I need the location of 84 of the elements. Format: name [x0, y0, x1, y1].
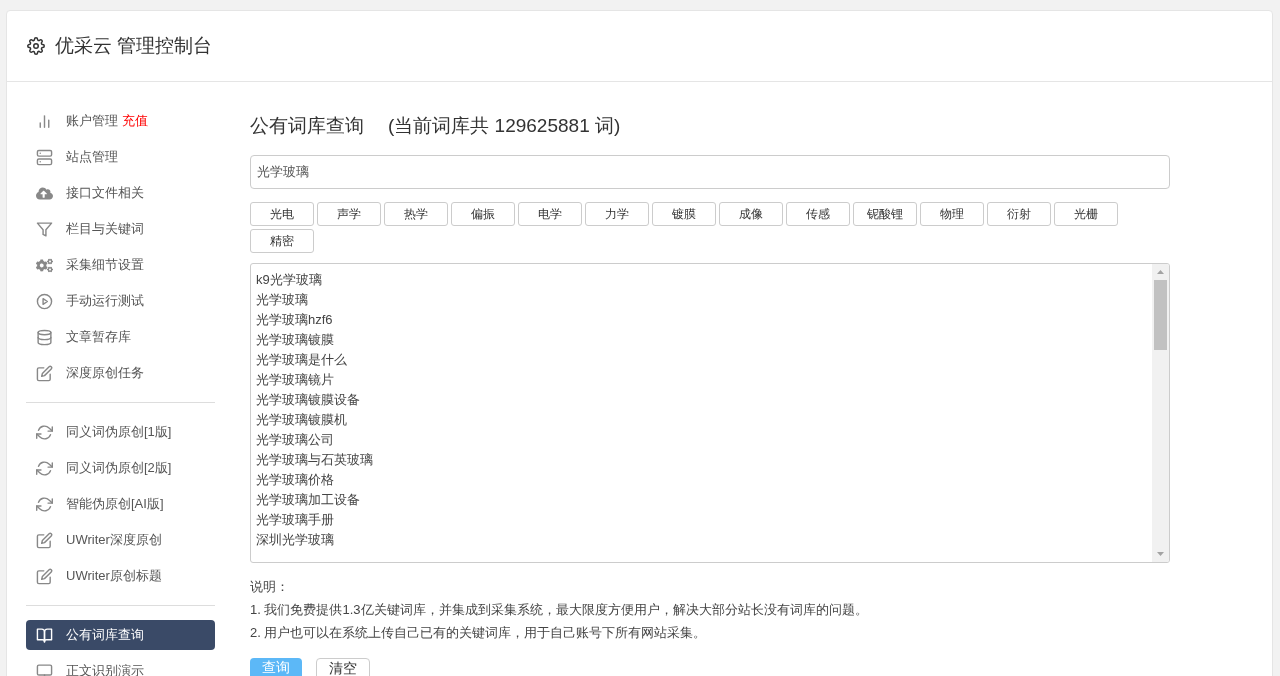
- sidebar-item-label: 同义词伪原创[2版]: [66, 459, 172, 478]
- clear-button[interactable]: 清空: [316, 657, 370, 676]
- sidebar-item[interactable]: 同义词伪原创[2版]: [26, 453, 215, 483]
- category-tag[interactable]: 铌酸锂: [853, 201, 917, 226]
- monitor-icon: [36, 662, 53, 676]
- sidebar-item-label: 公有词库查询: [66, 626, 144, 645]
- sidebar-item-label: 手动运行测试: [66, 292, 144, 311]
- play-icon: [36, 292, 53, 310]
- keyword-item: 光学玻璃镜片: [256, 370, 335, 389]
- sidebar-item[interactable]: 智能伪原创[AI版]: [26, 489, 215, 519]
- page-title: 公有词库查询: [250, 114, 364, 138]
- sidebar-item-label: 账户管理: [66, 112, 118, 131]
- keyword-item: 光学玻璃镀膜机: [256, 410, 348, 429]
- keyword-item: 光学玻璃与石英玻璃: [256, 450, 374, 469]
- category-tag[interactable]: 偏振: [451, 201, 515, 226]
- category-tag[interactable]: 光电: [250, 201, 314, 226]
- category-tag[interactable]: 传感: [786, 201, 850, 226]
- category-tag[interactable]: 热学: [384, 201, 448, 226]
- refresh-icon: [36, 459, 53, 477]
- sidebar-item[interactable]: 公有词库查询: [26, 620, 215, 650]
- sidebar-item-label: 栏目与关键词: [66, 220, 144, 239]
- recharge-link[interactable]: 充值: [122, 111, 148, 131]
- sidebar-item[interactable]: 文章暂存库: [26, 322, 215, 352]
- category-tag[interactable]: 物理: [920, 201, 984, 226]
- sidebar-item[interactable]: 采集细节设置: [26, 250, 215, 280]
- keyword-item: 光学玻璃镀膜设备: [256, 390, 361, 409]
- keyword-item: k9光学玻璃: [256, 270, 323, 289]
- search-field[interactable]: 光学玻璃: [250, 154, 1170, 189]
- note-text: 1. 我们免费提供1.3亿关键词库，并集成到采集系统，最大限度方便用户，解决大部分站长没有词库的问题。: [250, 600, 869, 619]
- category-tag[interactable]: 衍射: [987, 201, 1051, 226]
- sidebar-item-label: UWriter深度原创: [66, 531, 162, 550]
- keyword-item: 光学玻璃手册: [256, 510, 335, 529]
- settings-icon: [27, 37, 45, 55]
- sidebar-item[interactable]: 同义词伪原创[1版]: [26, 417, 215, 447]
- edit-icon: [36, 531, 53, 549]
- keyword-list[interactable]: k9光学玻璃 光学玻璃 光学玻璃hzf6 光学玻璃镀膜 光学玻璃是什么 光学玻璃镜片 光学玻璃镀膜设备 光学玻璃镀膜机 光学玻璃公司 光学玻璃与石英玻璃 光学玻璃价格 光学玻璃加工设备 光学玻璃手册 深圳光学玻璃: [250, 262, 1170, 563]
- keyword-item: 光学玻璃是什么: [256, 350, 348, 369]
- sidebar-item[interactable]: UWriter原创标题: [26, 561, 215, 591]
- console-title: 优采云 管理控制台: [55, 33, 213, 58]
- category-tag[interactable]: 电学: [518, 201, 582, 226]
- sidebar-item-label: 文章暂存库: [66, 328, 131, 347]
- category-tag[interactable]: 精密: [250, 228, 314, 253]
- sidebar-item[interactable]: 手动运行测试: [26, 286, 215, 316]
- keyword-item: 光学玻璃价格: [256, 470, 335, 489]
- scrollbar[interactable]: [1152, 263, 1169, 562]
- note-text: 2. 用户也可以在系统上传自己已有的关键词库，用于自己账号下所有网站采集。: [250, 623, 708, 642]
- sidebar-item-label: UWriter原创标题: [66, 567, 162, 586]
- filter-icon: [36, 220, 53, 238]
- category-tag[interactable]: 力学: [585, 201, 649, 226]
- sidebar-item-label: 同义词伪原创[1版]: [66, 423, 172, 442]
- edit-icon: [36, 364, 53, 382]
- notes-title: 说明：: [250, 577, 290, 596]
- sidebar-item-label: 接口文件相关: [66, 184, 144, 203]
- category-tag[interactable]: 镀膜: [652, 201, 716, 226]
- sidebar-item-label: 采集细节设置: [66, 256, 144, 275]
- scroll-up-icon[interactable]: [1157, 269, 1164, 274]
- sidebar-item[interactable]: 栏目与关键词: [26, 214, 215, 244]
- sidebar-item-label: 站点管理: [66, 148, 118, 167]
- sidebar-item[interactable]: UWriter深度原创: [26, 525, 215, 555]
- refresh-icon: [36, 495, 53, 513]
- scroll-down-icon[interactable]: [1157, 551, 1164, 556]
- category-tag[interactable]: 光栅: [1054, 201, 1118, 226]
- keyword-item: 深圳光学玻璃: [256, 530, 335, 549]
- keyword-item: 光学玻璃镀膜: [256, 330, 335, 349]
- category-tag[interactable]: 成像: [719, 201, 783, 226]
- keyword-item: 光学玻璃加工设备: [256, 490, 361, 509]
- sidebar-item[interactable]: 深度原创任务: [26, 358, 215, 388]
- keyword-item: 光学玻璃: [256, 290, 309, 309]
- server-icon: [36, 148, 53, 166]
- sidebar-item[interactable]: 站点管理: [26, 142, 215, 172]
- sidebar-item-label: 深度原创任务: [66, 364, 144, 383]
- gears-icon: [36, 256, 53, 274]
- sidebar-item[interactable]: 账户管理 充值: [26, 106, 215, 136]
- database-icon: [36, 328, 53, 346]
- category-tag[interactable]: 声学: [317, 201, 381, 226]
- refresh-icon: [36, 423, 53, 441]
- book-icon: [36, 626, 53, 644]
- scroll-thumb[interactable]: [1154, 279, 1167, 350]
- keyword-item: 光学玻璃公司: [256, 430, 335, 449]
- sidebar-item[interactable]: 接口文件相关: [26, 178, 215, 208]
- sidebar-item-label: 智能伪原创[AI版]: [66, 495, 164, 514]
- edit-icon: [36, 567, 53, 585]
- keyword-item: 光学玻璃hzf6: [256, 310, 334, 329]
- word-count: (当前词库共 129625881 词): [388, 114, 621, 138]
